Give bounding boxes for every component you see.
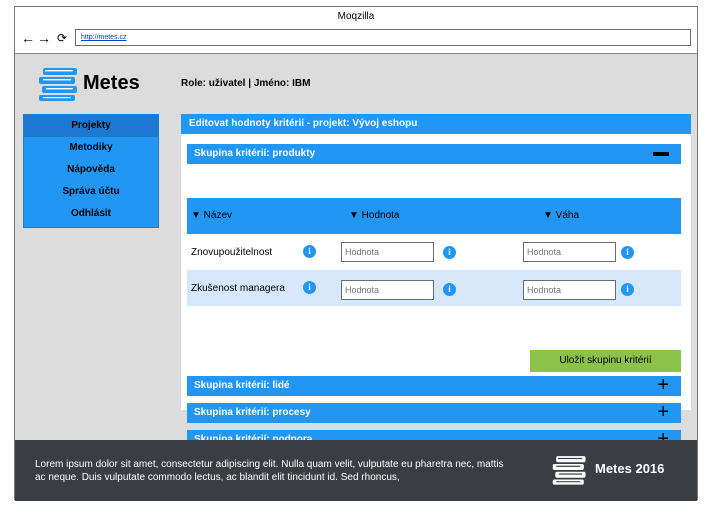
browser-window: Moqzilla ← → ⟳ http://metes.cz Metes Rol…: [14, 6, 698, 501]
reload-icon[interactable]: ⟳: [55, 31, 69, 45]
sidebar-item-odhlasit[interactable]: Odhlásit: [24, 203, 158, 225]
weight-input[interactable]: [523, 280, 616, 300]
criteria-group-people[interactable]: Skupina kritérií: lidé +: [187, 375, 681, 396]
books-logo-icon: [39, 68, 77, 101]
app-name: Metes: [83, 72, 140, 94]
footer-brand: Metes 2016: [595, 461, 665, 476]
table-header: ▼ Název ▼ Hodnota ▼ Váha: [187, 198, 681, 234]
sidebar: Projekty Metodiky Nápověda Správa účtu O…: [23, 114, 159, 228]
sidebar-item-metodiky[interactable]: Metodiky: [24, 137, 158, 159]
weight-input[interactable]: [523, 242, 616, 262]
sidebar-item-sprava-uctu[interactable]: Správa účtu: [24, 181, 158, 203]
info-icon[interactable]: i: [303, 281, 316, 294]
navigation-bar: ← → ⟳ http://metes.cz: [15, 27, 697, 55]
collapse-minus-icon[interactable]: [653, 152, 669, 156]
group-title: Skupina kritérií: procesy: [194, 407, 311, 418]
criteria-group-processes[interactable]: Skupina kritérií: procesy +: [187, 402, 681, 423]
group-title: Skupina kritérií: lidé: [194, 380, 290, 391]
info-icon[interactable]: i: [443, 246, 456, 259]
criterion-name: Zkušenost managera: [191, 283, 285, 294]
value-input[interactable]: [341, 280, 434, 300]
books-logo-icon: [552, 456, 586, 485]
expand-plus-icon[interactable]: +: [657, 402, 669, 422]
info-icon[interactable]: i: [621, 246, 634, 259]
info-icon[interactable]: i: [443, 283, 456, 296]
table-row: Znovupoužitelnost i i i: [187, 234, 681, 270]
user-role-info: Role: uživatel | Jméno: IBM: [181, 78, 311, 89]
group-title: Skupina kritérií: produkty: [194, 148, 316, 159]
save-group-button[interactable]: Uložit skupinu kritérií: [530, 350, 681, 372]
value-input[interactable]: [341, 242, 434, 262]
url-bar[interactable]: http://metes.cz: [75, 29, 691, 46]
page-title: Editovat hodnoty kritérií - projekt: Výv…: [181, 114, 691, 134]
sidebar-item-napoveda[interactable]: Nápověda: [24, 159, 158, 181]
info-icon[interactable]: i: [621, 283, 634, 296]
table-row: Zkušenost managera i i i: [187, 270, 681, 306]
column-header-weight[interactable]: ▼ Váha: [543, 210, 579, 221]
expand-plus-icon[interactable]: +: [657, 375, 669, 395]
arrow-left-icon[interactable]: ←: [21, 31, 35, 45]
page-content: Metes Role: uživatel | Jméno: IBM Projek…: [15, 54, 697, 450]
main-panel: Editovat hodnoty kritérií - projekt: Výv…: [181, 114, 691, 450]
criteria-group-products[interactable]: Skupina kritérií: produkty: [187, 144, 681, 164]
criterion-name: Znovupoužitelnost: [191, 247, 273, 258]
arrow-right-icon[interactable]: →: [37, 31, 51, 45]
window-title: Moqzilla: [337, 11, 375, 22]
info-icon[interactable]: i: [303, 245, 316, 258]
column-header-value[interactable]: ▼ Hodnota: [349, 210, 399, 221]
column-header-name[interactable]: ▼ Název: [191, 210, 232, 221]
footer-text: Lorem ipsum dolor sit amet, consectetur …: [35, 459, 504, 483]
sidebar-item-projekty[interactable]: Projekty: [24, 115, 158, 137]
footer: Lorem ipsum dolor sit amet, consectetur …: [15, 440, 697, 501]
